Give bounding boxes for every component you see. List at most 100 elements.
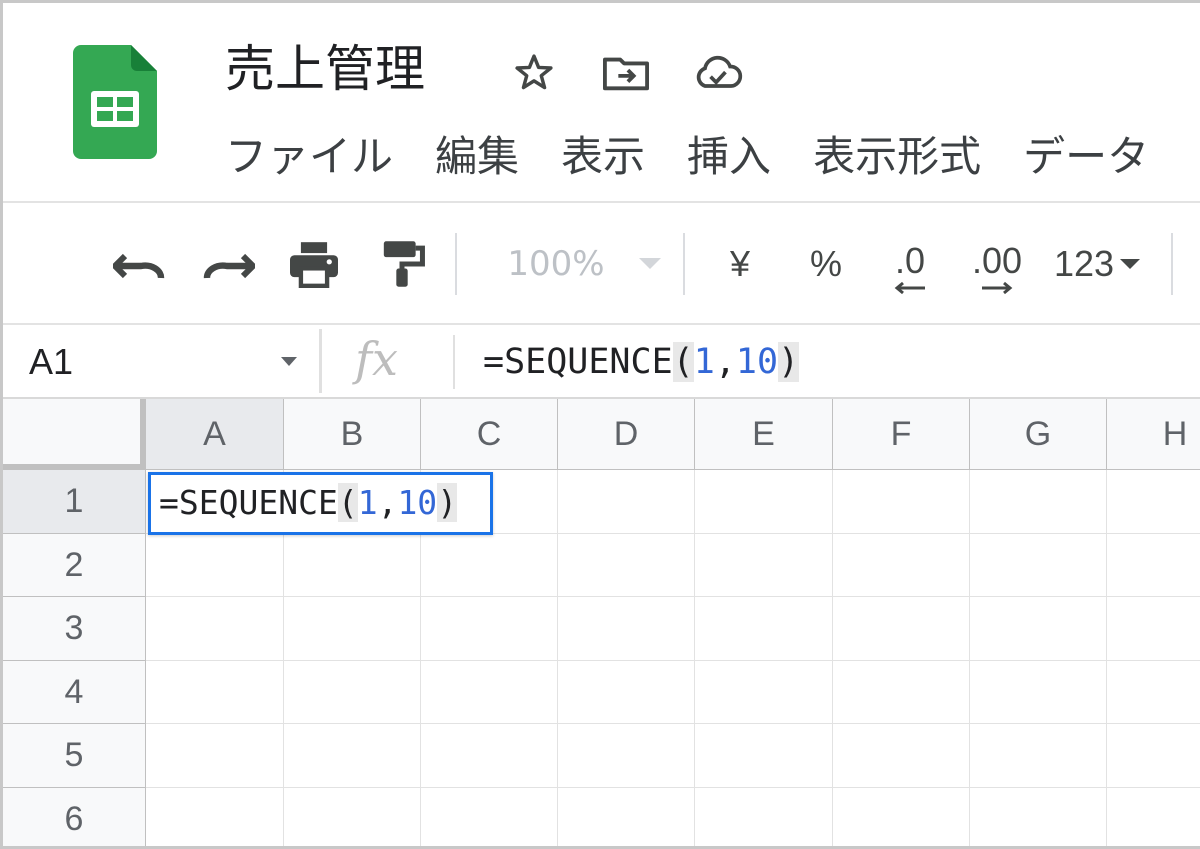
column-header-g[interactable]: G: [970, 399, 1107, 470]
grid-cell[interactable]: [146, 661, 284, 724]
menu-format[interactable]: 表示形式: [813, 127, 981, 187]
grid-cell[interactable]: [1107, 788, 1200, 846]
redo-button[interactable]: [197, 203, 259, 325]
column-header-e[interactable]: E: [695, 399, 833, 470]
row-header-6[interactable]: 6: [3, 788, 146, 846]
sheets-logo-icon[interactable]: [73, 45, 157, 159]
grid-cell[interactable]: [833, 661, 970, 724]
formula-arg-rows: 1: [693, 342, 715, 382]
row-header-2[interactable]: 2: [3, 534, 146, 597]
grid-cell[interactable]: [146, 788, 284, 846]
formula-arg-cols: 10: [735, 342, 779, 382]
grid-cell[interactable]: [970, 661, 1107, 724]
row-header-3[interactable]: 3: [3, 597, 146, 661]
menu-file[interactable]: ファイル: [225, 127, 393, 187]
formula-separator: [453, 335, 455, 389]
row-header-4[interactable]: 4: [3, 661, 146, 724]
select-all-corner[interactable]: [3, 399, 146, 470]
zoom-select[interactable]: 100%: [499, 203, 669, 325]
column-header-b[interactable]: B: [284, 399, 421, 470]
grid-cell[interactable]: [695, 470, 833, 534]
grid-cell[interactable]: [1107, 661, 1200, 724]
increase-decimal-button[interactable]: .00: [965, 203, 1029, 325]
grid-cell[interactable]: [284, 724, 421, 788]
column-header-c[interactable]: C: [421, 399, 558, 470]
grid-cell[interactable]: [284, 534, 421, 597]
document-title[interactable]: 売上管理: [225, 37, 425, 101]
cell-formula-arg-rows: 1: [357, 483, 378, 522]
decrease-decimal-button[interactable]: .0: [879, 203, 941, 325]
grid-cell[interactable]: [558, 470, 695, 534]
grid-cell[interactable]: [558, 724, 695, 788]
grid-cell[interactable]: [970, 534, 1107, 597]
grid-cell[interactable]: [284, 597, 421, 661]
formula-open-paren: (: [672, 342, 694, 382]
move-to-folder-icon[interactable]: [600, 47, 652, 99]
row-header-1[interactable]: 1: [3, 470, 146, 534]
grid-cell[interactable]: [558, 788, 695, 846]
name-box[interactable]: A1: [29, 333, 73, 391]
spreadsheet-grid[interactable]: A B C D E F G H 1 2 3 4 5 6 =SEQUENCE(1,…: [3, 399, 1200, 846]
grid-cell[interactable]: [970, 724, 1107, 788]
grid-cell[interactable]: [833, 788, 970, 846]
chevron-down-icon[interactable]: [279, 357, 299, 367]
grid-cell[interactable]: [695, 661, 833, 724]
grid-cell[interactable]: [695, 788, 833, 846]
grid-cell[interactable]: [558, 534, 695, 597]
column-header-d[interactable]: D: [558, 399, 695, 470]
menu-data[interactable]: データ: [1023, 127, 1149, 187]
formula-input[interactable]: =SEQUENCE(1,10): [483, 333, 800, 391]
grid-cell[interactable]: [695, 597, 833, 661]
grid-cell[interactable]: [146, 597, 284, 661]
grid-cell[interactable]: [558, 597, 695, 661]
cloud-saved-icon[interactable]: [692, 47, 744, 99]
undo-button[interactable]: [109, 203, 171, 325]
grid-cell[interactable]: [284, 788, 421, 846]
grid-cell[interactable]: [421, 788, 558, 846]
grid-cell[interactable]: [421, 661, 558, 724]
number-format-select[interactable]: 123: [1049, 203, 1145, 325]
toolbar-separator: [455, 233, 457, 295]
grid-cell[interactable]: [970, 788, 1107, 846]
grid-cell[interactable]: [558, 661, 695, 724]
chevron-down-icon: [1120, 258, 1141, 269]
percent-format-button[interactable]: %: [801, 203, 851, 325]
row-header-5[interactable]: 5: [3, 724, 146, 788]
paint-format-button[interactable]: [371, 203, 433, 325]
grid-cell[interactable]: [421, 724, 558, 788]
grid-cell[interactable]: [833, 470, 970, 534]
grid-cell[interactable]: [970, 470, 1107, 534]
grid-cell[interactable]: [1107, 470, 1200, 534]
grid-cell[interactable]: [695, 534, 833, 597]
menu-insert[interactable]: 挿入: [687, 127, 771, 187]
column-header-h[interactable]: H: [1107, 399, 1200, 470]
grid-cell[interactable]: [833, 534, 970, 597]
grid-cell[interactable]: [421, 534, 558, 597]
grid-cell[interactable]: [1107, 534, 1200, 597]
grid-cell[interactable]: [421, 597, 558, 661]
column-header-f[interactable]: F: [833, 399, 970, 470]
grid-cell[interactable]: [970, 597, 1107, 661]
number-format-label: 123: [1053, 243, 1115, 284]
grid-cell[interactable]: [695, 724, 833, 788]
active-cell-editor[interactable]: =SEQUENCE(1,10): [148, 472, 493, 535]
column-header-a[interactable]: A: [146, 399, 284, 470]
cell-formula-open-paren: (: [337, 483, 358, 522]
zoom-value: 100%: [507, 244, 605, 284]
grid-cell[interactable]: [284, 661, 421, 724]
grid-cell[interactable]: [146, 724, 284, 788]
menu-edit[interactable]: 編集: [435, 127, 519, 187]
print-button[interactable]: [283, 203, 345, 325]
star-icon[interactable]: [508, 47, 560, 99]
grid-cell[interactable]: [1107, 597, 1200, 661]
formula-comma: ,: [714, 342, 736, 382]
grid-cell[interactable]: [833, 724, 970, 788]
arrow-left-icon: [894, 281, 925, 295]
grid-cell[interactable]: [146, 534, 284, 597]
grid-cell[interactable]: [1107, 724, 1200, 788]
menu-view[interactable]: 表示: [561, 127, 645, 187]
cell-formula-close-paren: ): [437, 483, 458, 522]
grid-cell[interactable]: [833, 597, 970, 661]
currency-format-button[interactable]: ¥: [715, 203, 765, 325]
formula-close-paren: ): [778, 342, 800, 382]
